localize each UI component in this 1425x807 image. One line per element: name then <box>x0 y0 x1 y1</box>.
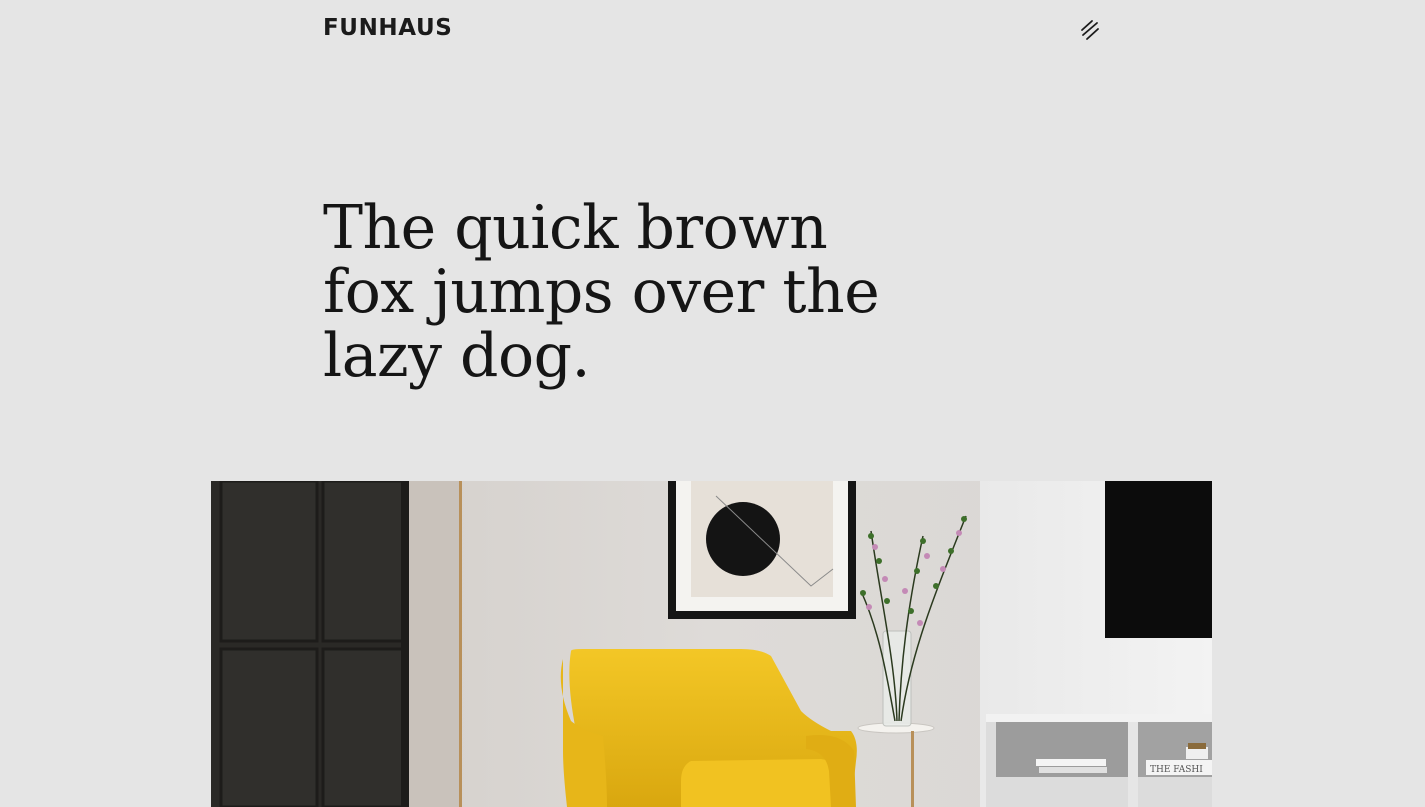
tv-area: THE FASHI <box>980 481 1212 807</box>
framed-art <box>668 481 856 619</box>
logo[interactable]: FUNHAUS <box>323 17 452 40</box>
interior-illustration: THE FASHI <box>211 481 1212 807</box>
wardrobe <box>211 481 409 807</box>
hero-title: The quick brown fox jumps over the lazy … <box>323 193 880 391</box>
menu-lines-icon <box>1081 20 1099 40</box>
menu-button[interactable] <box>1076 17 1104 45</box>
book-spine-text: THE FASHI <box>1150 765 1203 775</box>
hero-section: The quick brown fox jumps over the lazy … <box>323 196 883 388</box>
interior-photo: THE FASHI <box>211 481 1212 807</box>
site-header: FUNHAUS <box>0 0 1425 70</box>
